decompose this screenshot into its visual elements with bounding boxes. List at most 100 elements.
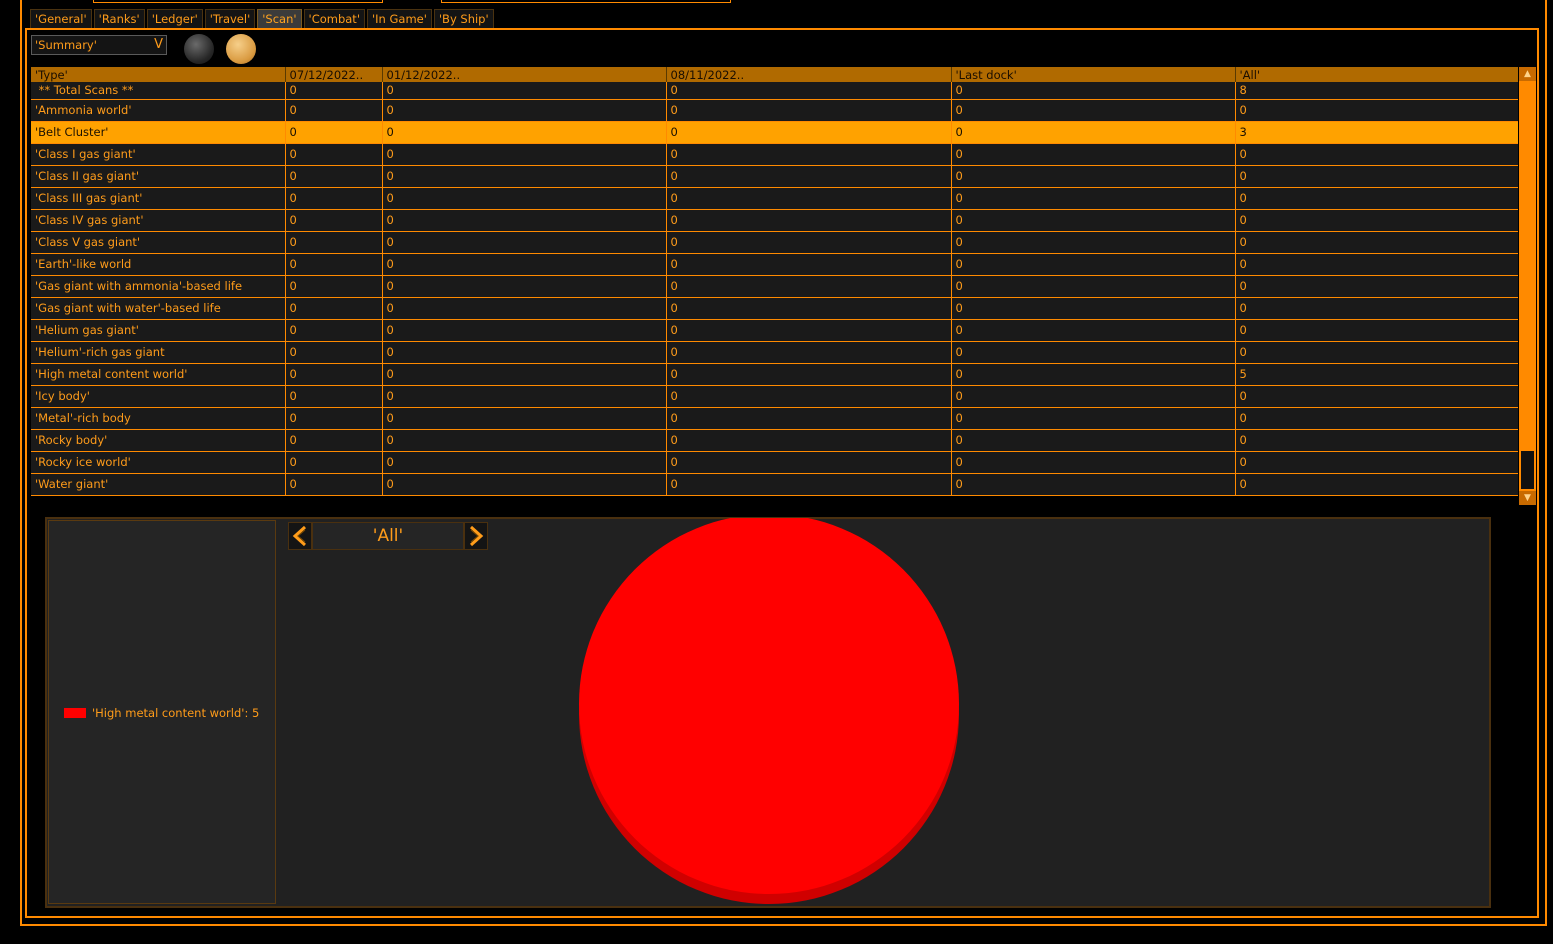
table-row[interactable]: 'Class IV gas giant' 0 0 0 0 0 bbox=[31, 209, 1518, 232]
table-cell-count: 0 bbox=[1235, 143, 1518, 166]
scan-table: 'Type' 07/12/2022.. 01/12/2022.. 08/11/2022… bbox=[31, 67, 1518, 496]
table-cell-count: 0 bbox=[951, 187, 1236, 210]
table-cell-type: 'Belt Cluster' bbox=[31, 121, 286, 144]
column-header[interactable]: 'Type' bbox=[31, 67, 286, 82]
table-row[interactable]: 'Class III gas giant' 0 0 0 0 0 bbox=[31, 187, 1518, 210]
legend-label: 'High metal content world': 5 bbox=[92, 706, 260, 720]
table-row[interactable]: 'Class V gas giant' 0 0 0 0 0 bbox=[31, 231, 1518, 254]
table-cell-type: 'Water giant' bbox=[31, 473, 286, 496]
tab-combat[interactable]: 'Combat' bbox=[303, 9, 365, 28]
scroll-down-icon[interactable]: ▼ bbox=[1519, 491, 1536, 505]
table-cell-count: 0 bbox=[666, 451, 952, 474]
column-header[interactable]: 08/11/2022.. bbox=[666, 67, 952, 82]
table-row[interactable]: 'Rocky body' 0 0 0 0 0 bbox=[31, 429, 1518, 452]
table-cell-count: 0 bbox=[1235, 341, 1518, 364]
table-cell-count: 0 bbox=[1235, 297, 1518, 320]
table-row[interactable]: ** Total Scans ** 0 0 0 0 8 bbox=[31, 82, 1518, 100]
table-row[interactable]: 'Water giant' 0 0 0 0 0 bbox=[31, 473, 1518, 496]
scroll-up-icon[interactable]: ▲ bbox=[1519, 67, 1536, 81]
table-cell-count: 0 bbox=[951, 231, 1236, 254]
table-cell-count: 0 bbox=[285, 209, 383, 232]
table-cell-count: 0 bbox=[382, 165, 667, 188]
next-period-button[interactable] bbox=[464, 522, 488, 550]
tab-by-ship[interactable]: 'By Ship' bbox=[433, 9, 494, 28]
table-scrollbar[interactable]: ▲ ▼ bbox=[1519, 67, 1536, 505]
column-header[interactable]: 'Last dock' bbox=[951, 67, 1236, 82]
table-row[interactable]: 'Metal'-rich body 0 0 0 0 0 bbox=[31, 407, 1518, 430]
table-row[interactable]: 'High metal content world' 0 0 0 0 5 bbox=[31, 363, 1518, 386]
planet-dark-icon[interactable] bbox=[184, 34, 214, 64]
chevron-right-icon bbox=[469, 525, 484, 547]
previous-period-button[interactable] bbox=[288, 522, 312, 550]
table-cell-type: 'Class IV gas giant' bbox=[31, 209, 286, 232]
tab-scan[interactable]: 'Scan' bbox=[257, 9, 302, 28]
column-header[interactable]: 07/12/2022.. bbox=[285, 67, 383, 82]
table-cell-type: 'Class I gas giant' bbox=[31, 143, 286, 166]
table-row[interactable]: 'Class II gas giant' 0 0 0 0 0 bbox=[31, 165, 1518, 188]
table-cell-type: 'Helium'-rich gas giant bbox=[31, 341, 286, 364]
table-cell-count: 0 bbox=[382, 143, 667, 166]
table-cell-count: 0 bbox=[1235, 253, 1518, 276]
table-cell-count: 0 bbox=[951, 209, 1236, 232]
table-cell-type: 'Earth'-like world bbox=[31, 253, 286, 276]
summary-dropdown[interactable]: 'Summary' V bbox=[31, 35, 167, 55]
table-cell-count: 0 bbox=[382, 341, 667, 364]
table-row[interactable]: 'Helium gas giant' 0 0 0 0 0 bbox=[31, 319, 1518, 342]
table-cell-count: 0 bbox=[951, 341, 1236, 364]
table-row[interactable]: 'Gas giant with water'-based life 0 0 0 0 0 bbox=[31, 297, 1518, 320]
tab-travel[interactable]: 'Travel' bbox=[204, 9, 256, 28]
table-row[interactable]: 'Belt Cluster' 0 0 0 0 3 bbox=[31, 121, 1518, 144]
chart-period-selector: 'All' bbox=[288, 522, 488, 550]
tab-ranks[interactable]: 'Ranks' bbox=[93, 9, 145, 28]
table-row[interactable]: 'Icy body' 0 0 0 0 0 bbox=[31, 385, 1518, 408]
table-cell-count: 0 bbox=[285, 297, 383, 320]
column-header[interactable]: 01/12/2022.. bbox=[382, 67, 667, 82]
table-cell-count: 0 bbox=[951, 363, 1236, 386]
chevron-left-icon bbox=[292, 525, 307, 547]
planet-gold-icon[interactable] bbox=[226, 34, 256, 64]
table-cell-count: 0 bbox=[666, 209, 952, 232]
table-cell-count: 0 bbox=[285, 253, 383, 276]
table-row[interactable]: 'Earth'-like world 0 0 0 0 0 bbox=[31, 253, 1518, 276]
table-cell-count: 0 bbox=[285, 165, 383, 188]
table-row[interactable]: 'Gas giant with ammonia'-based life 0 0 0 0 0 bbox=[31, 275, 1518, 298]
table-cell-count: 0 bbox=[382, 297, 667, 320]
pie-chart bbox=[579, 518, 959, 904]
table-cell-count: 0 bbox=[666, 429, 952, 452]
table-cell-type: 'Class II gas giant' bbox=[31, 165, 286, 188]
table-cell-type: 'Metal'-rich body bbox=[31, 407, 286, 430]
table-row[interactable]: 'Class I gas giant' 0 0 0 0 0 bbox=[31, 143, 1518, 166]
table-cell-count: 0 bbox=[666, 82, 952, 100]
table-cell-type: 'Helium gas giant' bbox=[31, 319, 286, 342]
table-row[interactable]: 'Rocky ice world' 0 0 0 0 0 bbox=[31, 451, 1518, 474]
table-cell-count: 0 bbox=[1235, 187, 1518, 210]
table-cell-count: 0 bbox=[1235, 319, 1518, 342]
table-cell-count: 0 bbox=[951, 429, 1236, 452]
scroll-thumb[interactable] bbox=[1521, 451, 1534, 489]
dropdown-arrow-icon: V bbox=[154, 37, 163, 52]
table-cell-type: 'Rocky body' bbox=[31, 429, 286, 452]
tab-in-game[interactable]: 'In Game' bbox=[366, 9, 432, 28]
table-cell-count: 0 bbox=[382, 385, 667, 408]
table-cell-count: 0 bbox=[666, 363, 952, 386]
table-cell-count: 0 bbox=[285, 407, 383, 430]
table-cell-count: 0 bbox=[951, 165, 1236, 188]
column-header[interactable]: 'All' bbox=[1235, 67, 1518, 82]
table-cell-count: 0 bbox=[285, 99, 383, 122]
table-cell-count: 0 bbox=[666, 341, 952, 364]
table-cell-type: 'Icy body' bbox=[31, 385, 286, 408]
table-cell-count: 0 bbox=[1235, 165, 1518, 188]
table-cell-count: 0 bbox=[1235, 385, 1518, 408]
tab-ledger[interactable]: 'Ledger' bbox=[146, 9, 203, 28]
table-cell-count: 0 bbox=[666, 297, 952, 320]
table-cell-count: 0 bbox=[382, 473, 667, 496]
table-row[interactable]: 'Ammonia world' 0 0 0 0 0 bbox=[31, 99, 1518, 122]
table-cell-count: 0 bbox=[382, 187, 667, 210]
table-cell-count: 0 bbox=[285, 385, 383, 408]
table-cell-count: 0 bbox=[382, 82, 667, 100]
table-cell-count: 0 bbox=[666, 275, 952, 298]
table-cell-count: 0 bbox=[285, 231, 383, 254]
tab-general[interactable]: 'General' bbox=[30, 9, 92, 28]
pie-slice[interactable] bbox=[579, 518, 959, 894]
table-row[interactable]: 'Helium'-rich gas giant 0 0 0 0 0 bbox=[31, 341, 1518, 364]
